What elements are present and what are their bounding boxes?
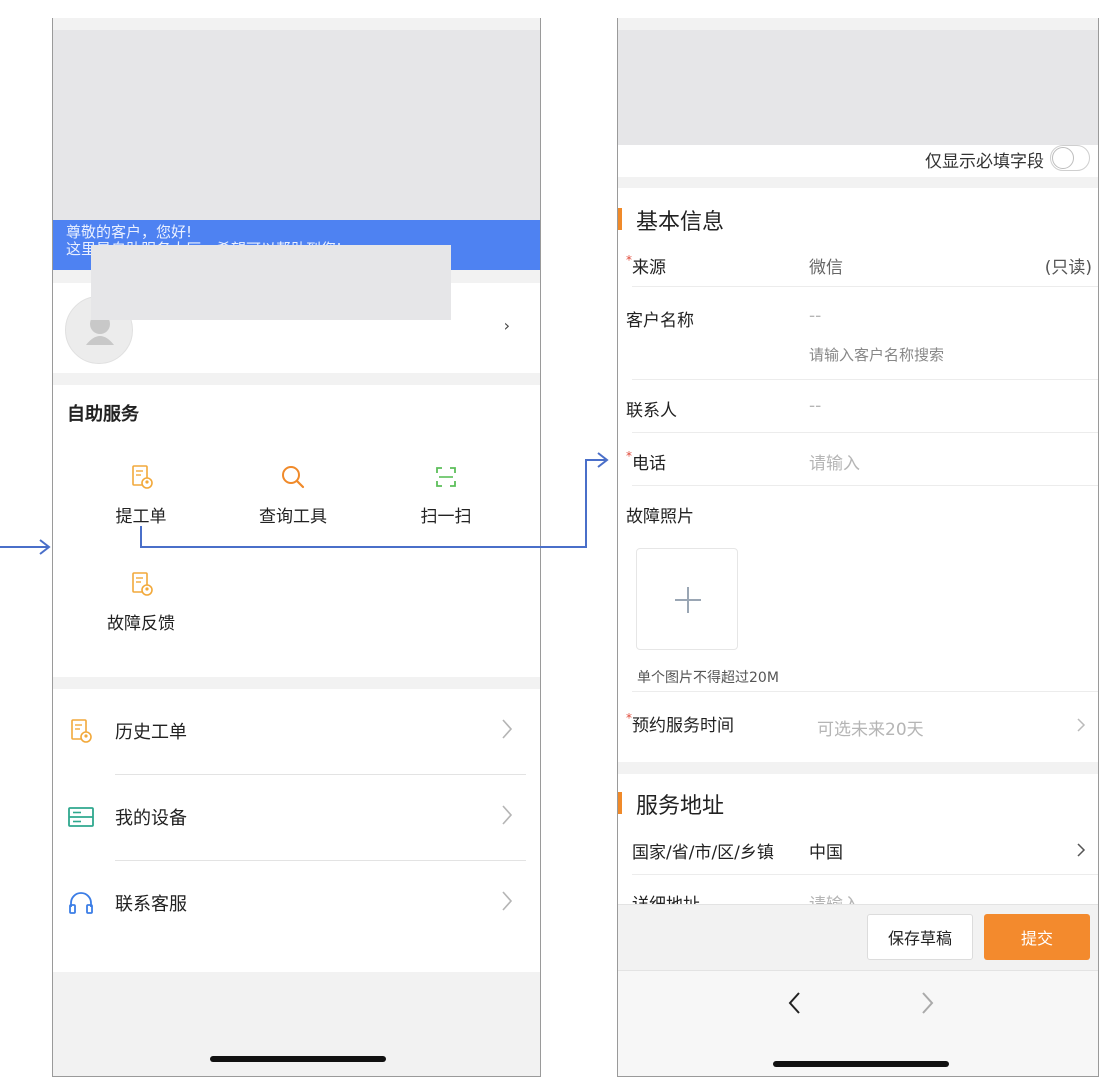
toggle-knob [1052,147,1074,169]
divider [632,286,1098,287]
chevron-right-icon [1077,843,1086,857]
required-fields-toggle-row: 仅显示必填字段 [618,145,1098,177]
chevron-right-icon [502,719,513,739]
detail-address-row[interactable]: 详细地址 请输入 [618,890,1098,904]
menu-list: 历史工单 我的设备 联系客服 [53,689,540,972]
submit-button[interactable]: 提交 [984,914,1090,960]
appointment-row[interactable]: *预约服务时间 可选未来20天 [618,711,1098,761]
history-tickets-label: 历史工单 [115,722,187,743]
required-fields-toggle[interactable] [1050,145,1090,171]
create-ticket-screen: 仅显示必填字段 基本信息 *来源 微信 (只读) 客户名称 -- 请输入客户名称… [617,18,1099,1077]
phone-row[interactable]: *电话 请输入 [618,449,1098,502]
section-accent-bar [618,208,622,230]
welcome-greeting: 尊敬的客户，您好! [66,223,193,241]
region-value[interactable]: 中国 [809,838,843,863]
read-only-note: (只读) [1044,258,1092,278]
section-accent-bar [618,792,622,814]
submit-ticket-label: 提工单 [115,507,167,527]
photo-size-note: 单个图片不得超过20M [637,670,779,686]
fault-photo-row: 故障照片 [618,502,1098,532]
device-icon [68,807,94,827]
action-bar: 保存草稿 提交 [618,904,1098,970]
fault-photo-label: 故障照片 [626,507,694,527]
appointment-label: *预约服务时间 [626,711,734,736]
chevron-right-icon: › [503,316,510,335]
contact-value: -- [809,396,822,416]
required-fields-toggle-label: 仅显示必填字段 [925,152,1044,172]
list-item-history-tickets[interactable]: 历史工单 [53,689,540,775]
home-indicator[interactable] [210,1056,386,1062]
my-devices-label: 我的设备 [115,808,187,829]
contact-row: 联系人 -- [618,396,1098,449]
list-item-my-devices[interactable]: 我的设备 [53,775,540,861]
query-tools-button[interactable]: 查询工具 [233,462,353,527]
service-address-header: 服务地址 [618,780,1098,820]
source-label: *来源 [626,253,666,278]
contact-label: 联系人 [626,401,677,421]
query-tools-label: 查询工具 [259,507,327,527]
basic-info-header: 基本信息 [618,196,1098,236]
region-label: 国家/省/市/区/乡镇 [632,843,774,863]
scan-label: 扫一扫 [420,507,472,527]
divider [632,432,1098,433]
self-service-section: 自助服务 提工单 查询工具 扫一扫 故障反馈 [53,385,540,677]
customer-name-label: 客户名称 [626,311,694,331]
phone-input[interactable]: 请输入 [809,449,860,474]
divider [632,874,1098,875]
search-icon [282,466,305,489]
history-ticket-icon [71,719,92,743]
appointment-picker[interactable]: 可选未来20天 [817,715,924,740]
scan-icon [436,467,456,487]
browser-nav-bar [618,970,1098,1076]
back-arrow-icon[interactable] [786,989,804,1017]
profile-info-placeholder [91,245,451,320]
customer-name-search-input[interactable]: 请输入客户名称搜索 [809,344,944,365]
save-draft-button[interactable]: 保存草稿 [867,914,973,960]
customer-name-value: -- [809,306,822,326]
phone-label: *电话 [626,449,666,474]
chevron-right-icon [502,891,513,911]
ticket-icon [132,465,153,489]
chevron-right-icon [502,805,513,825]
source-value: 微信 [809,258,843,278]
chevron-right-icon [1077,718,1086,732]
add-photo-button[interactable] [636,548,738,650]
source-row: *来源 微信 (只读) [618,252,1098,307]
list-item-contact-support[interactable]: 联系客服 [53,861,540,947]
home-indicator[interactable] [773,1061,949,1067]
contact-support-label: 联系客服 [115,894,187,915]
entry-arrow [0,539,51,555]
divider [632,691,1098,692]
divider [632,379,1098,380]
service-address-title: 服务地址 [636,794,725,819]
region-row[interactable]: 国家/省/市/区/乡镇 中国 [618,838,1098,893]
detail-address-label: 详细地址 [632,890,700,904]
fault-feedback-button[interactable]: 故障反馈 [81,569,201,634]
basic-info-title: 基本信息 [636,210,725,235]
forward-arrow-icon[interactable] [918,989,936,1017]
self-service-screen: 尊敬的客户，您好! 这里是自助服务大厅，希望可以帮助到您! › 自助服务 提工单 [52,18,541,1077]
service-address-section: 服务地址 国家/省/市/区/乡镇 中国 详细地址 请输入 [618,774,1098,904]
basic-info-form: 基本信息 *来源 微信 (只读) 客户名称 -- 请输入客户名称搜索 联系人 -… [618,188,1098,762]
self-service-title: 自助服务 [67,404,139,425]
detail-address-input[interactable]: 请输入 [809,890,860,904]
customer-name-row[interactable]: 客户名称 -- 请输入客户名称搜索 [618,306,1098,396]
header-placeholder [53,30,540,220]
fault-feedback-label: 故障反馈 [107,614,175,634]
divider [632,485,1098,486]
header-placeholder [618,30,1098,145]
headset-icon [69,892,93,914]
ticket-icon [132,572,153,596]
submit-ticket-button[interactable]: 提工单 [81,462,201,527]
scan-button[interactable]: 扫一扫 [386,462,506,527]
